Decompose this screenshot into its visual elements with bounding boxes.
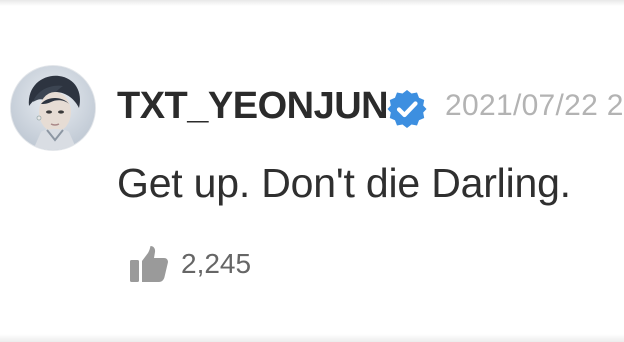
author-avatar[interactable] xyxy=(11,66,95,150)
author-name[interactable]: TXT_YEONJUN xyxy=(117,84,389,128)
post-timestamp: 2021/07/22 2 xyxy=(445,89,624,122)
like-button[interactable] xyxy=(128,244,170,284)
verified-badge-icon xyxy=(386,88,428,130)
top-edge-shadow xyxy=(0,0,624,6)
avatar-image xyxy=(11,66,95,150)
post-message: Get up. Don't die Darling. xyxy=(117,160,571,206)
like-count: 2,245 xyxy=(181,248,252,279)
post-card: TXT_YEONJUN 2021/07/22 2 Get up. Don't d… xyxy=(0,0,624,342)
thumbs-up-icon xyxy=(130,246,168,282)
bottom-edge-shadow xyxy=(0,334,624,342)
